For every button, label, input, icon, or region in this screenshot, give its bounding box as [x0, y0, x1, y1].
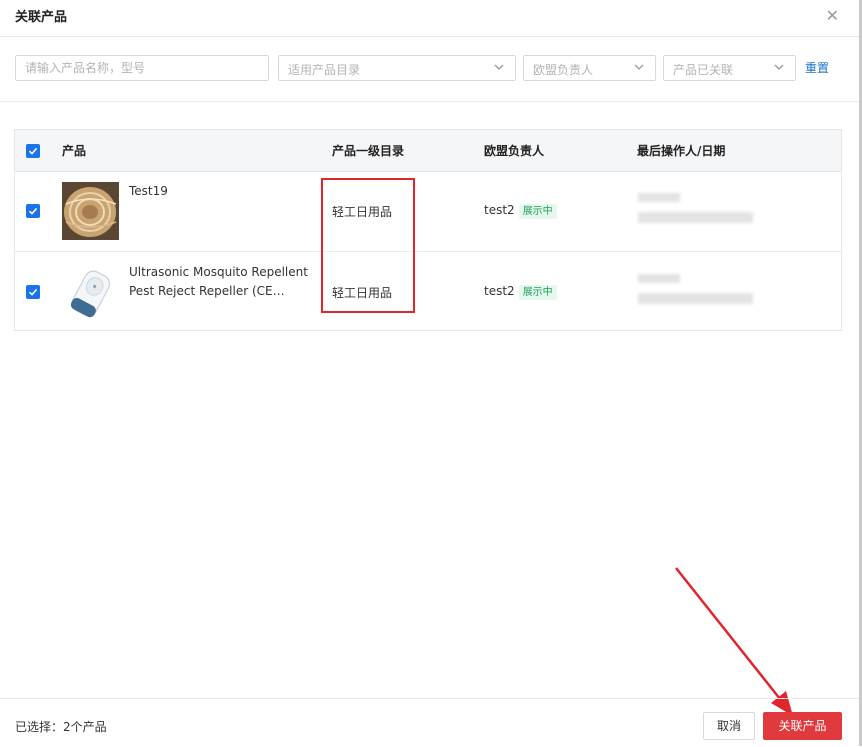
product-thumbnail	[62, 182, 119, 240]
dialog-header: 关联产品 ✕	[0, 0, 859, 37]
dialog-title: 关联产品	[15, 10, 68, 25]
category-select-placeholder: 适用产品目录	[288, 63, 361, 77]
product-name: Ultrasonic Mosquito Repellent Pest Rejec…	[129, 265, 308, 298]
check-icon	[28, 288, 38, 296]
dialog-footer: 已选择：2个产品 取消 关联产品	[0, 698, 859, 747]
select-all-checkbox[interactable]	[26, 144, 40, 158]
check-icon	[28, 147, 38, 155]
status-badge: 展示中	[518, 285, 557, 300]
row-checkbox[interactable]	[26, 285, 40, 299]
redacted-date	[638, 212, 753, 223]
check-icon	[28, 207, 38, 215]
owner-name: test2	[484, 203, 515, 217]
status-badge: 展示中	[518, 204, 557, 219]
selected-count: 已选择：2个产品	[15, 720, 107, 734]
close-icon[interactable]: ✕	[826, 6, 839, 25]
column-header-category: 产品一级目录	[332, 144, 405, 158]
column-header-product: 产品	[62, 144, 87, 158]
product-name: Test19	[129, 184, 168, 198]
redacted-operator	[638, 193, 680, 202]
owner-select-placeholder: 欧盟负责人	[533, 63, 594, 77]
reset-button[interactable]: 重置	[805, 59, 829, 76]
table-row: Test19 轻工日用品 test2 展示中	[15, 171, 841, 252]
column-header-owner: 欧盟负责人	[484, 144, 545, 158]
row-checkbox[interactable]	[26, 204, 40, 218]
chevron-down-icon	[774, 64, 784, 70]
annotation-arrow	[675, 567, 793, 716]
product-table: 产品 产品一级目录 欧盟负责人 最后操作人/日期 Test19 轻工日用品 te…	[14, 129, 842, 331]
product-owner: test2 展示中	[484, 203, 557, 219]
status-select-placeholder: 产品已关联	[673, 63, 734, 77]
redacted-operator	[638, 274, 680, 283]
annotation-highlight-box	[321, 178, 415, 313]
product-thumbnail	[62, 263, 119, 321]
chevron-down-icon	[494, 64, 504, 70]
cancel-button[interactable]: 取消	[703, 712, 755, 740]
table-row: Ultrasonic Mosquito Repellent Pest Rejec…	[15, 252, 841, 332]
category-select[interactable]: 适用产品目录	[278, 55, 516, 81]
link-products-button[interactable]: 关联产品	[763, 712, 842, 740]
product-owner: test2 展示中	[484, 284, 557, 300]
table-header: 产品 产品一级目录 欧盟负责人 最后操作人/日期	[15, 130, 841, 172]
filter-bar: 适用产品目录 欧盟负责人 产品已关联 重置	[0, 37, 859, 102]
owner-name: test2	[484, 284, 515, 298]
search-input[interactable]	[16, 56, 268, 80]
search-input-wrapper	[15, 55, 269, 81]
chevron-down-icon	[634, 64, 644, 70]
owner-select[interactable]: 欧盟负责人	[523, 55, 656, 81]
column-header-last-operator: 最后操作人/日期	[637, 144, 726, 158]
redacted-date	[638, 293, 753, 304]
status-select[interactable]: 产品已关联	[663, 55, 796, 81]
